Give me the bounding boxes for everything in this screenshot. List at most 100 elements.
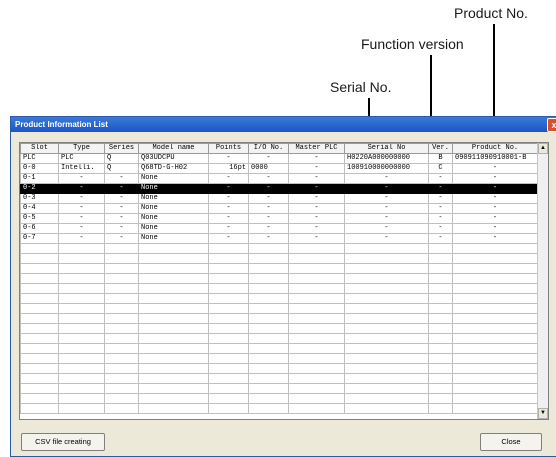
dialog-title-bar[interactable]: Product Information List x — [11, 117, 556, 132]
table-cell — [428, 283, 453, 294]
table-cell: - — [248, 223, 289, 234]
table-row[interactable]: 0-0 Intelli. Q Q68TD-G-H02 16pt 0000-10091000… — [20, 163, 538, 174]
table-cell: - — [208, 193, 249, 204]
table-cell — [428, 373, 453, 384]
table-cell — [138, 263, 209, 274]
table-cell — [452, 353, 538, 364]
empty-table-row — [20, 403, 538, 414]
table-cell — [208, 303, 249, 314]
table-cell: - — [452, 203, 538, 214]
table-cell: - — [428, 173, 453, 184]
table-cell — [20, 323, 59, 334]
table-cell — [428, 333, 453, 344]
table-cell: - — [288, 203, 345, 214]
close-button[interactable]: Close — [480, 433, 542, 451]
table-cell: - — [104, 233, 139, 244]
table-cell — [452, 323, 538, 334]
table-cell: - — [344, 223, 429, 234]
table-cell — [248, 313, 289, 324]
table-cell — [344, 373, 429, 384]
scroll-up-icon[interactable]: ▲ — [538, 143, 548, 154]
table-cell: - — [104, 203, 139, 214]
table-cell — [20, 283, 59, 294]
table-cell: - — [344, 193, 429, 204]
table-row[interactable]: PLC PLC Q Q03UDCPU - - - H0220A000000000 B 090911… — [20, 153, 538, 164]
column-header[interactable]: Product No. — [452, 143, 538, 154]
table-cell — [208, 373, 249, 384]
table-cell — [288, 363, 345, 374]
table-cell — [452, 383, 538, 394]
table-cell — [20, 253, 59, 264]
table-cell — [288, 273, 345, 284]
table-cell — [452, 253, 538, 264]
table-cell: None — [138, 213, 209, 224]
table-cell — [288, 313, 345, 324]
table-row[interactable]: 0-3- - None - - - - - - — [20, 193, 538, 204]
table-cell — [248, 343, 289, 354]
table-row[interactable]: 0-4- - None - - - - - - — [20, 203, 538, 214]
table-cell: - — [208, 183, 249, 194]
dialog-title: Product Information List — [15, 120, 108, 129]
table-cell — [344, 283, 429, 294]
table-cell: - — [104, 173, 139, 184]
table-cell: - — [452, 163, 538, 174]
column-header[interactable]: Ver. — [428, 143, 453, 154]
column-header[interactable]: I/O No. — [248, 143, 289, 154]
table-cell — [288, 353, 345, 364]
table-cell — [58, 293, 105, 304]
empty-table-row — [20, 263, 538, 274]
table-cell: - — [104, 213, 139, 224]
table-cell: - — [58, 233, 105, 244]
table-cell — [452, 403, 538, 414]
column-header[interactable]: Slot — [20, 143, 59, 154]
table-cell: - — [104, 223, 139, 234]
table-cell — [452, 393, 538, 404]
table-cell: - — [208, 173, 249, 184]
table-cell — [344, 363, 429, 374]
table-row[interactable]: 0-2- - None - - - - - - — [20, 183, 538, 194]
column-header[interactable]: Series — [104, 143, 139, 154]
table-cell — [344, 243, 429, 254]
table-cell — [248, 333, 289, 344]
table-cell — [104, 343, 139, 354]
table-cell — [138, 373, 209, 384]
table-cell — [208, 313, 249, 324]
table-cell — [428, 303, 453, 314]
table-cell: - — [344, 203, 429, 214]
scroll-down-icon[interactable]: ▼ — [538, 408, 548, 419]
table-row[interactable]: 0-5- - None - - - - - - — [20, 213, 538, 224]
table-row[interactable]: 0-6- - None - - - - - - — [20, 223, 538, 234]
table-cell — [138, 303, 209, 314]
vertical-scrollbar[interactable]: ▲ ▼ — [537, 143, 548, 419]
table-cell: 0-4 — [20, 203, 59, 214]
table-cell — [428, 313, 453, 324]
table-cell — [58, 303, 105, 314]
empty-table-row — [20, 293, 538, 304]
table-cell: Q68TD-G-H02 — [138, 163, 209, 174]
table-cell — [58, 373, 105, 384]
table-row[interactable]: 0-1- - None - - - - - - — [20, 173, 538, 184]
table-row[interactable]: 0-7- - None - - - - - - — [20, 233, 538, 244]
empty-table-row — [20, 303, 538, 314]
table-cell — [138, 383, 209, 394]
table-cell — [20, 383, 59, 394]
callout-function-version: Function version — [361, 36, 464, 52]
csv-file-creating-button[interactable]: CSV file creating — [21, 433, 105, 451]
table-cell — [138, 313, 209, 324]
table-cell — [344, 353, 429, 364]
column-header[interactable]: Type — [58, 143, 105, 154]
column-header[interactable]: Serial No — [344, 143, 429, 154]
column-header[interactable]: Model name — [138, 143, 209, 154]
column-header[interactable]: Points — [208, 143, 249, 154]
window-close-icon[interactable]: x — [547, 118, 556, 132]
table-cell: - — [428, 203, 453, 214]
table-cell — [288, 243, 345, 254]
column-header[interactable]: Master PLC — [288, 143, 345, 154]
callout-serial-no: Serial No. — [330, 79, 392, 95]
table-cell: PLC — [20, 153, 59, 164]
table-cell: - — [452, 183, 538, 194]
table-cell — [288, 343, 345, 354]
table-cell: None — [138, 183, 209, 194]
table-cell — [58, 343, 105, 354]
table-cell — [344, 333, 429, 344]
